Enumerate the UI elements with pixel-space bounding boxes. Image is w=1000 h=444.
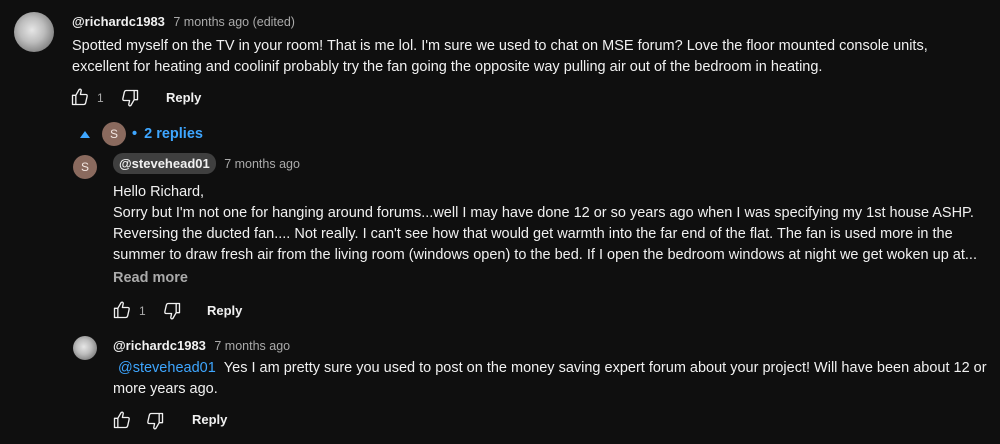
replies-count[interactable]: 2 replies xyxy=(144,126,203,142)
read-more-button[interactable]: Read more xyxy=(113,270,188,286)
thumbs-down-icon[interactable] xyxy=(162,301,182,321)
reply-button[interactable]: Reply xyxy=(192,412,227,427)
reply-line: summer to draw fresh air from the living… xyxy=(113,247,977,263)
reply-body: Yes I am pretty sure you used to post on… xyxy=(113,360,987,397)
caret-up-icon[interactable] xyxy=(78,128,92,140)
reply-avatar[interactable] xyxy=(73,336,97,360)
comment-time[interactable]: 7 months ago (edited) xyxy=(173,15,295,29)
avatar[interactable] xyxy=(14,12,54,52)
thumbs-up-icon[interactable] xyxy=(70,87,90,107)
like-count: 1 xyxy=(139,304,146,318)
thumbs-down-icon[interactable] xyxy=(145,411,165,431)
comment-header: @richardc1983 7 months ago (edited) xyxy=(72,13,295,31)
replier-avatar: S xyxy=(102,122,126,146)
reply-text: @stevehead01 Yes I am pretty sure you us… xyxy=(113,358,993,400)
replier-avatar-letter: S xyxy=(109,127,118,141)
reply-text: Hello Richard, Sorry but I'm not one for… xyxy=(113,182,993,266)
reply-button[interactable]: Reply xyxy=(166,90,201,105)
reply-avatar[interactable]: S xyxy=(73,155,97,179)
comment-author[interactable]: @richardc1983 xyxy=(72,14,165,29)
thumbs-up-icon[interactable] xyxy=(112,410,132,430)
reply-header: @stevehead01 7 months ago xyxy=(113,153,300,174)
reply-time[interactable]: 7 months ago xyxy=(224,157,300,171)
reply-header: @richardc1983 7 months ago xyxy=(113,337,290,355)
replies-toggle[interactable]: • 2 replies xyxy=(132,126,203,142)
comment-text: Spotted myself on the TV in your room! T… xyxy=(72,38,928,75)
mention-link[interactable]: @stevehead01 xyxy=(118,360,216,376)
replies-dot: • xyxy=(132,126,138,142)
like-count: 1 xyxy=(97,91,104,105)
reply-button[interactable]: Reply xyxy=(207,303,242,318)
thumbs-down-icon[interactable] xyxy=(120,88,140,108)
reply-line: Reversing the ducted fan.... Not really.… xyxy=(113,226,953,242)
reply-time[interactable]: 7 months ago xyxy=(214,339,290,353)
reply-line: Sorry but I'm not one for hanging around… xyxy=(113,205,974,221)
thumbs-up-icon[interactable] xyxy=(112,300,132,320)
reply-line: Hello Richard, xyxy=(113,184,205,200)
reply-author[interactable]: @richardc1983 xyxy=(113,338,206,353)
reply-author[interactable]: @stevehead01 xyxy=(113,153,216,174)
reply-avatar-letter: S xyxy=(80,160,89,174)
